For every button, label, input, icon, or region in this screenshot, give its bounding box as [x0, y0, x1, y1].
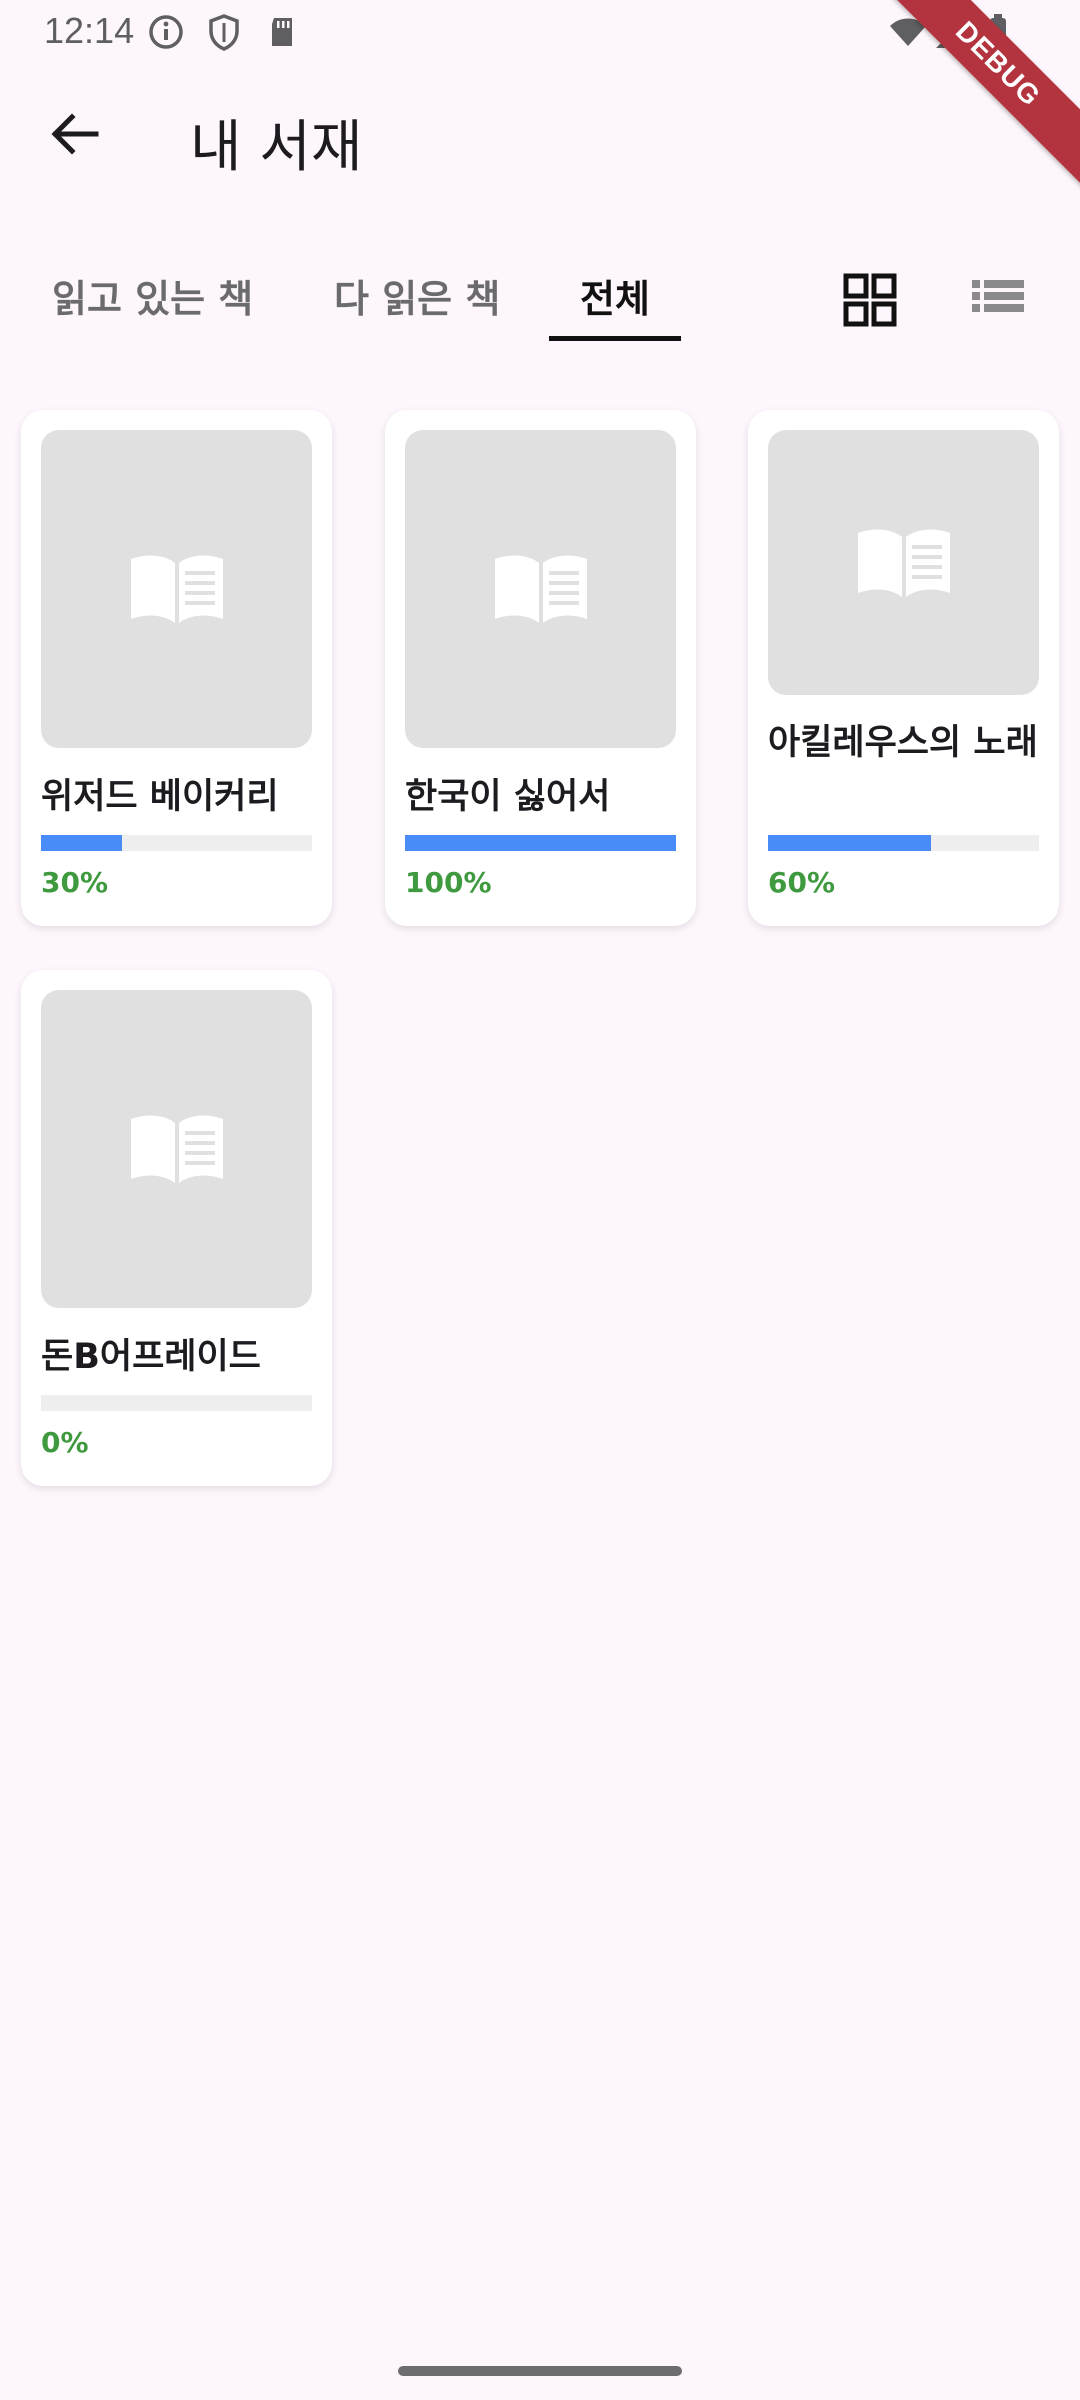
tab-all[interactable]: 전체 — [580, 268, 650, 323]
progress-fill — [41, 835, 123, 851]
book-card[interactable]: 돈B어프레이드 0% — [21, 970, 332, 1486]
progress-percent: 60% — [768, 866, 836, 899]
book-title: 한국이 싫어서 — [405, 777, 611, 817]
progress-bar — [41, 1395, 312, 1411]
progress-fill — [768, 835, 931, 851]
grid-view-icon[interactable] — [840, 270, 900, 330]
shield-icon — [209, 14, 239, 51]
book-title: 아킬레우스의 노래 — [768, 723, 1038, 763]
open-book-icon — [130, 555, 223, 623]
book-card[interactable]: 위저드 베이커리 30% — [21, 410, 332, 926]
progress-bar — [768, 835, 1039, 851]
tab-finished[interactable]: 다 읽은 책 — [334, 268, 500, 323]
progress-bar — [405, 835, 676, 851]
open-book-icon — [494, 555, 587, 623]
list-view-icon[interactable] — [968, 270, 1028, 330]
book-card[interactable]: 아킬레우스의 노래 60% — [748, 410, 1059, 926]
info-icon — [149, 15, 183, 49]
progress-fill — [405, 835, 676, 851]
tab-reading[interactable]: 읽고 있는 책 — [52, 268, 253, 323]
active-tab-indicator — [549, 336, 681, 341]
book-card[interactable]: 한국이 싫어서 100% — [385, 410, 696, 926]
progress-percent: 0% — [41, 1426, 89, 1459]
open-book-icon — [857, 529, 950, 597]
progress-percent: 30% — [41, 866, 109, 899]
page-title: 내 서재 — [190, 115, 363, 180]
arrow-left-icon[interactable] — [44, 104, 104, 164]
book-cover — [41, 990, 312, 1308]
progress-percent: 100% — [405, 866, 492, 899]
book-cover — [405, 430, 676, 748]
book-cover — [768, 430, 1039, 695]
book-title: 돈B어프레이드 — [41, 1337, 261, 1377]
home-indicator[interactable] — [398, 2366, 682, 2376]
progress-bar — [41, 835, 312, 851]
status-time: 12:14 — [44, 10, 135, 51]
open-book-icon — [130, 1115, 223, 1183]
book-cover — [41, 430, 312, 748]
sd-card-icon — [272, 18, 292, 46]
book-title: 위저드 베이커리 — [41, 777, 279, 817]
